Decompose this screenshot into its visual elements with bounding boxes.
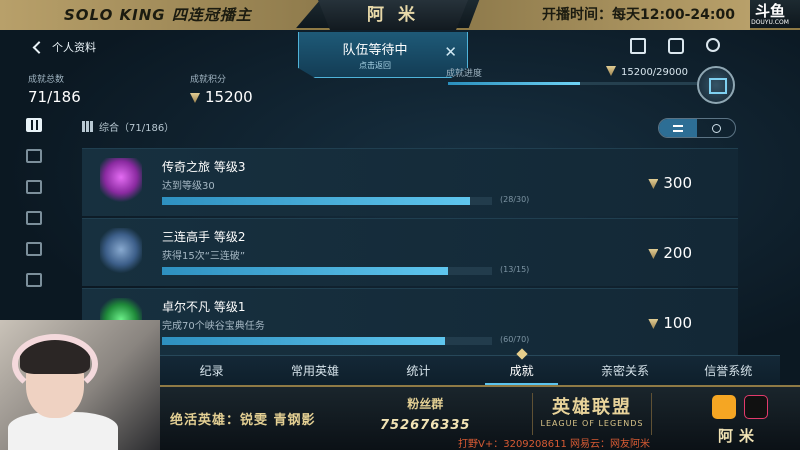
achievement-row[interactable]: 传奇之旅 等级3 达到等级30 (28/30) 300 bbox=[82, 148, 738, 216]
back-button[interactable]: 个人资料 bbox=[30, 39, 96, 55]
achievement-progress-fill bbox=[448, 82, 581, 85]
tab-relationships[interactable]: 亲密关系 bbox=[573, 356, 676, 385]
achievement-desc: 达到等级30 bbox=[162, 181, 215, 192]
achievement-total-label: 成就总数 bbox=[28, 75, 65, 85]
recent-view-button[interactable] bbox=[697, 119, 735, 137]
achievement-total: 成就总数 71/186 bbox=[28, 72, 81, 106]
clipboard-icon[interactable] bbox=[630, 38, 646, 54]
achievement-bar bbox=[162, 337, 492, 345]
tab-records[interactable]: 纪录 bbox=[160, 356, 263, 385]
friends-icon[interactable] bbox=[706, 38, 720, 52]
achievement-title: 三连高手 等级2 bbox=[162, 230, 246, 244]
cards-icon[interactable] bbox=[26, 242, 42, 256]
achievement-medal-icon[interactable] bbox=[697, 66, 735, 104]
streamer-name: 阿 米 bbox=[318, 0, 468, 30]
streamer-title: SOLO KING 四连冠播主 bbox=[0, 0, 320, 30]
list-view-button[interactable] bbox=[659, 119, 697, 137]
achievement-bar bbox=[162, 197, 492, 205]
lol-logo-en: LEAGUE OF LEGENDS bbox=[540, 419, 644, 428]
tab-common-heroes[interactable]: 常用英雄 bbox=[263, 356, 366, 385]
achievement-points: 300 bbox=[663, 174, 692, 192]
close-icon[interactable]: ✕ bbox=[444, 43, 457, 61]
points-icon bbox=[606, 66, 616, 76]
queue-subtitle: 点击返回 bbox=[359, 61, 391, 70]
stream-schedule: 开播时间：每天12:00-24:00 bbox=[468, 0, 750, 30]
douyu-logo-text: 斗鱼 bbox=[754, 2, 785, 20]
achievement-emblem-icon bbox=[100, 228, 142, 276]
achievement-count: (13/15) bbox=[500, 265, 530, 274]
achievement-bar-fill bbox=[162, 197, 470, 205]
queue-title: 队伍等待中 bbox=[342, 43, 408, 58]
achievement-desc: 获得15次“三连破” bbox=[162, 251, 246, 262]
achievement-desc: 完成70个峡谷宝典任务 bbox=[162, 321, 265, 332]
profile-icon[interactable] bbox=[26, 149, 42, 163]
achievement-progress: 成就进度 15200/29000 bbox=[446, 66, 736, 85]
achievement-count: (60/70) bbox=[500, 335, 530, 344]
list-icon bbox=[673, 124, 683, 132]
achievement-title: 传奇之旅 等级3 bbox=[162, 160, 246, 174]
achievement-bar-fill bbox=[162, 267, 449, 275]
queue-status-panel[interactable]: 队伍等待中 点击返回 ✕ bbox=[298, 32, 468, 78]
stream-top-banner: SOLO KING 四连冠播主 阿 米 开播时间：每天12:00-24:00 斗… bbox=[0, 0, 800, 30]
achievement-points: 成就积分 15200 bbox=[190, 72, 253, 106]
streamer-name-bottom: 阿米 bbox=[718, 427, 761, 445]
fan-group: 粉丝群 752676335 bbox=[380, 395, 470, 433]
social-icons bbox=[712, 395, 768, 419]
signature-heroes: 绝活英雄：锐雯 青钢影 bbox=[170, 413, 316, 428]
stream-bottom-banner: 绝活英雄：锐雯 青钢影 粉丝群 752676335 英雄联盟 LEAGUE OF… bbox=[160, 385, 800, 450]
cat-ear-headset bbox=[12, 334, 98, 394]
points-icon bbox=[648, 319, 659, 329]
swords-icon[interactable] bbox=[26, 211, 42, 225]
points-icon bbox=[190, 93, 200, 103]
achievement-points: 200 bbox=[663, 244, 692, 262]
back-label: 个人资料 bbox=[52, 41, 96, 54]
achievement-list[interactable]: 传奇之旅 等级3 达到等级30 (28/30) 300 三连高手 等级2 获得1… bbox=[82, 148, 738, 374]
contact-info: 打野V+：3209208611 网易云：网友阿米 bbox=[458, 439, 651, 450]
achievement-points-label: 成就积分 bbox=[190, 75, 227, 85]
achievement-progress-value: 15200/29000 bbox=[621, 67, 688, 78]
tiktok-icon bbox=[744, 395, 768, 419]
achievement-points-value: 15200 bbox=[205, 88, 253, 106]
chat-icon[interactable] bbox=[668, 38, 684, 54]
tab-stats[interactable]: 统计 bbox=[367, 356, 470, 385]
category-filter-label: 综合（71/186） bbox=[99, 123, 175, 134]
achievement-row[interactable]: 三连高手 等级2 获得15次“三连破” (13/15) 200 bbox=[82, 218, 738, 286]
achievement-progress-label: 成就进度 bbox=[446, 69, 483, 79]
trophy-icon[interactable] bbox=[26, 273, 42, 287]
points-icon bbox=[648, 249, 659, 259]
achievement-total-value: 71/186 bbox=[28, 88, 81, 106]
achievement-count: (28/30) bbox=[500, 195, 530, 204]
category-filter[interactable]: 综合（71/186） bbox=[82, 119, 174, 134]
webcam-feed bbox=[0, 320, 160, 450]
douyu-logo: 斗鱼 DOUYU.COM bbox=[742, 2, 798, 28]
streamer-shirt bbox=[8, 412, 118, 450]
profile-tab-bar: 纪录 常用英雄 统计 成就 亲密关系 信誉系统 bbox=[160, 355, 780, 385]
achievement-bar bbox=[162, 267, 492, 275]
achievement-row[interactable]: 卓尔不凡 等级1 完成70个峡谷宝典任务 (60/70) 100 bbox=[82, 288, 738, 356]
lol-logo: 英雄联盟 LEAGUE OF LEGENDS bbox=[532, 393, 652, 435]
achievement-progress-bar bbox=[448, 82, 700, 85]
achievement-bar-fill bbox=[162, 337, 445, 345]
grid-icon[interactable] bbox=[26, 118, 42, 132]
points-icon bbox=[648, 179, 659, 189]
chevron-left-icon bbox=[30, 40, 44, 54]
ranked-icon[interactable] bbox=[26, 180, 42, 194]
clock-icon bbox=[711, 123, 721, 133]
tab-achievements[interactable]: 成就 bbox=[470, 356, 573, 385]
fan-group-label: 粉丝群 bbox=[407, 397, 444, 411]
fan-group-number: 752676335 bbox=[380, 418, 471, 433]
grid-icon bbox=[82, 121, 93, 132]
achievement-title: 卓尔不凡 等级1 bbox=[162, 300, 246, 314]
lol-logo-cn: 英雄联盟 bbox=[552, 397, 632, 418]
tab-honor[interactable]: 信誉系统 bbox=[677, 356, 780, 385]
achievement-emblem-icon bbox=[100, 158, 142, 206]
achievement-points: 100 bbox=[663, 314, 692, 332]
top-icon-bar bbox=[630, 38, 720, 54]
douyu-domain: DOUYU.COM bbox=[751, 19, 789, 26]
category-sidebar bbox=[26, 118, 42, 287]
view-toggle[interactable] bbox=[658, 118, 736, 138]
weibo-icon bbox=[712, 395, 736, 419]
